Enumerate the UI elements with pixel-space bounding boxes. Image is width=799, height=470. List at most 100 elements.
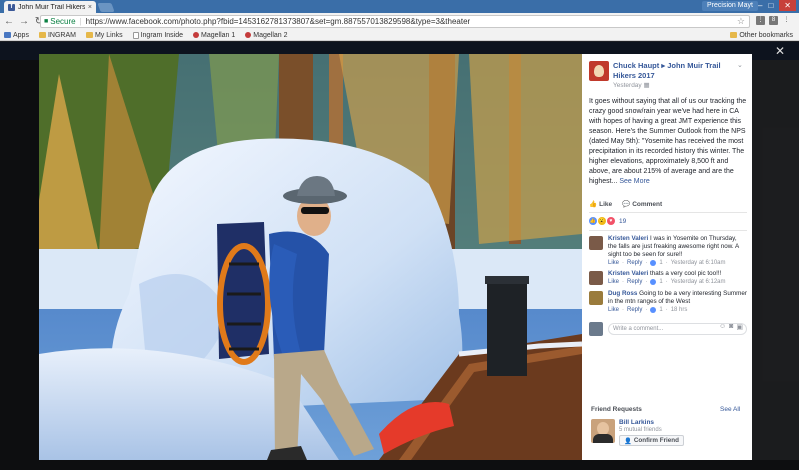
comment-meta: Like · Reply · 1 · Yesterday at 6:12am [608, 279, 726, 285]
page-icon [132, 31, 139, 39]
friend-request-name[interactable]: Bill Larkins [619, 419, 654, 426]
audience-icon: ▦ [643, 82, 650, 89]
page-behind [752, 60, 799, 460]
comment-body: Kristen Valeri thats a very cool pic too… [608, 270, 722, 277]
camera-icon[interactable]: ◙ [729, 323, 733, 331]
comment-like-link[interactable]: Like [608, 307, 619, 313]
divider [589, 230, 747, 231]
apps-grid-icon [4, 32, 11, 38]
post-details-panel: Chuck Haupt ▸ John Muir Trail Hikers 201… [582, 54, 752, 460]
commenter-avatar[interactable] [589, 291, 603, 305]
url-text: https://www.facebook.com/photo.php?fbid=… [85, 17, 471, 26]
comment-time[interactable]: Yesterday at 6:10am [671, 260, 726, 266]
comment-input-icons: ☺ ◙ ▣ [719, 323, 743, 331]
bookmarks-bar: Apps INGRAM My Links Ingram Inside Magel… [0, 30, 799, 41]
magellan-icon [245, 32, 252, 38]
back-icon[interactable]: ← [3, 16, 15, 27]
tab-strip: f John Muir Trail Hikers 20 × Precision … [0, 0, 799, 13]
confirm-friend-button[interactable]: 👤 Confirm Friend [619, 435, 684, 446]
comment-item: Kristen Valeri I was in Yosemite on Thur… [589, 235, 747, 266]
chevron-down-icon[interactable]: ⌄ [737, 61, 743, 69]
like-badge-icon [650, 279, 657, 285]
folder-icon [85, 32, 93, 38]
address-bar[interactable]: ■ Secure | https://www.facebook.com/phot… [40, 15, 750, 28]
new-tab-button[interactable] [97, 3, 115, 12]
comment-item: Kristen Valeri thats a very cool pic too… [589, 270, 747, 285]
commenter-name[interactable]: Kristen Valeri [608, 235, 648, 242]
write-comment-row: Write a comment... ☺ ◙ ▣ [589, 322, 747, 337]
comment-item: Dug Ross Going to be a very interesting … [589, 290, 747, 313]
bookmark-magellan-2[interactable]: Magellan 2 [245, 32, 288, 39]
author-name[interactable]: Chuck Haupt [613, 61, 659, 70]
bookmark-my-links[interactable]: My Links [85, 32, 123, 39]
comment-time[interactable]: 18 hrs [671, 307, 688, 313]
commenter-name[interactable]: Dug Ross [608, 290, 637, 297]
post-date[interactable]: Yesterday ▦ [613, 81, 650, 89]
comment-reply-link[interactable]: Reply [627, 307, 642, 313]
post-actions: 👍 Like 💬 Comment [589, 200, 662, 209]
comment-icon: 💬 [622, 201, 631, 208]
comment-time[interactable]: Yesterday at 6:12am [671, 279, 726, 285]
divider [589, 212, 747, 213]
arrow-icon: ▸ [661, 61, 666, 70]
see-all-link[interactable]: See All [720, 406, 740, 413]
facebook-favicon-icon: f [8, 3, 15, 11]
mutual-friends[interactable]: 5 mutual friends [619, 427, 662, 433]
other-bookmarks[interactable]: Other bookmarks [730, 32, 793, 39]
extension-icons: ⋮ 8 ⋮ [756, 16, 791, 25]
add-friend-icon: 👤 [624, 437, 632, 445]
comment-button[interactable]: 💬 Comment [622, 200, 662, 209]
author-avatar[interactable] [589, 61, 609, 81]
wow-reaction-icon: 😮 [598, 217, 606, 225]
comment-body: Dug Ross Going to be a very interesting … [608, 290, 747, 305]
close-theater-icon[interactable]: ✕ [775, 44, 785, 58]
extension-icon[interactable]: ⋮ [756, 16, 765, 25]
gif-icon[interactable]: ▣ [736, 323, 743, 331]
like-badge-icon [650, 307, 657, 313]
see-more-link[interactable]: See More [619, 178, 649, 185]
post-text: It goes without saying that all of us ou… [589, 98, 747, 185]
commenter-avatar[interactable] [589, 271, 603, 285]
comment-like-link[interactable]: Like [608, 279, 619, 285]
comment-like-link[interactable]: Like [608, 260, 619, 266]
menu-icon[interactable]: ⋮ [782, 16, 791, 25]
bookmark-apps[interactable]: Apps [4, 32, 29, 39]
magellan-icon [193, 32, 200, 38]
tab-close-icon[interactable]: × [88, 4, 92, 11]
minimize-icon[interactable]: – [758, 0, 762, 11]
bookmark-ingram[interactable]: INGRAM [38, 32, 76, 39]
profile-button[interactable]: Precision Mayt [702, 1, 758, 11]
friend-request-avatar[interactable] [591, 419, 615, 443]
tab-title: John Muir Trail Hikers 20 [18, 3, 85, 11]
like-badge-icon [650, 260, 657, 266]
extension-icon[interactable]: 8 [769, 16, 778, 25]
photo-illustration [39, 54, 582, 460]
bookmark-star-icon[interactable]: ☆ [737, 16, 745, 27]
thumbs-up-icon: 👍 [589, 201, 598, 208]
reactions-summary[interactable]: 👍 😮 ♥ 19 [589, 217, 626, 225]
commenter-avatar[interactable] [589, 236, 603, 250]
window-controls: – □ ✕ [758, 0, 796, 11]
post-photo[interactable] [39, 54, 582, 460]
commenter-name[interactable]: Kristen Valeri [608, 270, 648, 277]
emoji-icon[interactable]: ☺ [719, 323, 726, 331]
post-author-line: Chuck Haupt ▸ John Muir Trail Hikers 201… [613, 61, 741, 81]
lock-icon: ■ [44, 18, 49, 25]
secure-label: Secure [50, 17, 76, 26]
friend-requests-title: Friend Requests [591, 406, 642, 413]
bookmark-magellan-1[interactable]: Magellan 1 [193, 32, 235, 39]
like-button[interactable]: 👍 Like [589, 200, 612, 209]
comment-reply-link[interactable]: Reply [627, 279, 642, 285]
forward-icon[interactable]: → [18, 16, 30, 27]
folder-icon [730, 32, 738, 38]
comment-meta: Like · Reply · 1 · 18 hrs [608, 307, 688, 313]
close-window-icon[interactable]: ✕ [779, 0, 796, 11]
like-reaction-icon: 👍 [589, 217, 597, 225]
folder-icon [38, 32, 46, 38]
url-separator: | [79, 17, 82, 26]
reaction-count[interactable]: 19 [619, 218, 626, 225]
comment-reply-link[interactable]: Reply [627, 260, 642, 266]
maximize-icon[interactable]: □ [768, 0, 773, 11]
browser-tab[interactable]: f John Muir Trail Hikers 20 × [4, 1, 96, 13]
bookmark-ingram-inside[interactable]: Ingram Inside [132, 31, 183, 39]
